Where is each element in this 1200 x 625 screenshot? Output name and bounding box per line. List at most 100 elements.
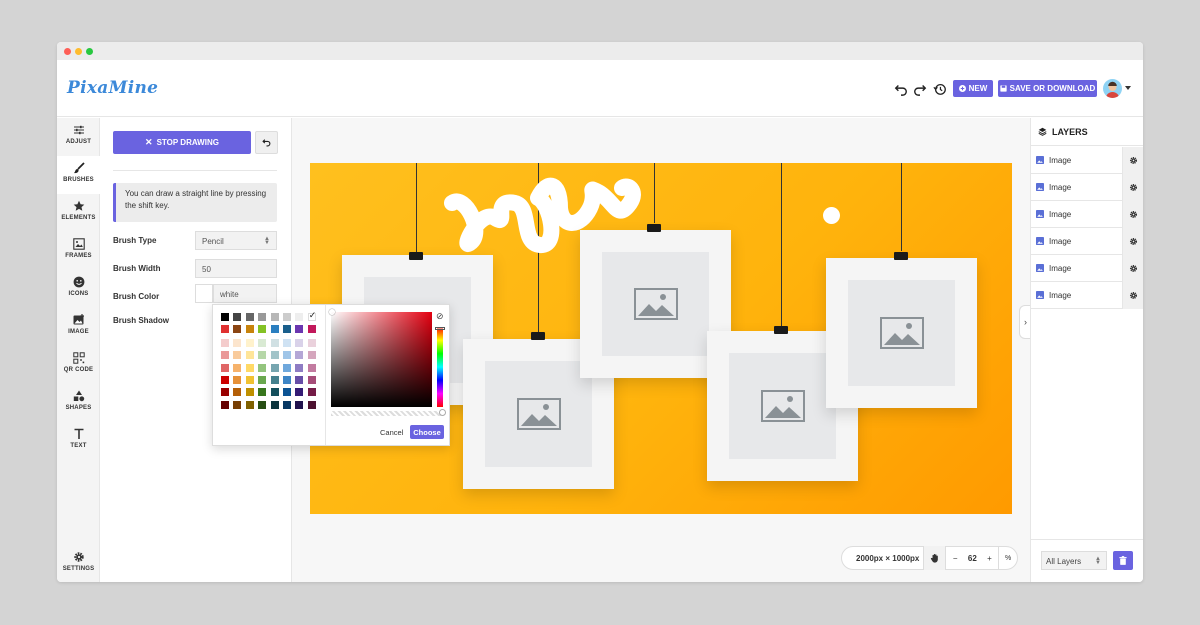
pan-tool-button[interactable] [923,546,946,570]
layer-settings-button[interactable] [1122,173,1143,201]
color-cursor[interactable] [329,309,335,315]
palette-swatch[interactable] [295,325,304,334]
palette-swatch[interactable] [283,313,291,321]
nav-item-shapes[interactable]: SHAPES [57,384,100,422]
palette-swatch[interactable] [245,351,254,360]
palette-swatch[interactable] [270,376,279,384]
palette-swatch[interactable] [221,313,229,321]
saturation-value-area[interactable] [331,312,432,407]
palette-swatch[interactable] [283,400,291,409]
picker-choose-button[interactable]: Choose [410,425,444,439]
palette-swatch[interactable] [307,376,316,384]
palette-swatch[interactable] [295,376,304,384]
undo-stroke-button[interactable] [255,131,278,154]
user-avatar[interactable] [1103,79,1122,98]
brush-color-input[interactable]: white [213,284,277,303]
palette-swatch[interactable] [283,325,291,334]
palette-swatch[interactable] [245,388,254,397]
layer-name[interactable]: Image [1031,264,1122,273]
palette-swatch[interactable] [245,313,254,321]
palette-swatch[interactable] [270,313,279,321]
palette-swatch[interactable] [245,325,254,334]
palette-swatch[interactable] [270,351,279,360]
palette-swatch[interactable] [233,325,242,334]
layer-row[interactable]: Image [1031,146,1143,174]
nav-item-icons[interactable]: ICONS [57,270,100,308]
layer-name[interactable]: Image [1031,156,1122,165]
layer-filter-select[interactable]: All Layers ▲ ▼ [1041,551,1107,570]
undo-icon[interactable] [894,82,908,96]
palette-swatch[interactable] [221,338,229,347]
layer-row[interactable]: Image [1031,281,1143,309]
zoom-out-button[interactable]: − [946,546,964,570]
nav-item-image[interactable]: IMAGE [57,308,100,346]
no-color-icon[interactable]: ⊘ [436,311,444,322]
brush-color-swatch[interactable] [195,284,213,303]
palette-swatch[interactable] [221,388,229,397]
layer-settings-button[interactable] [1122,200,1143,228]
palette-swatch[interactable] [295,313,304,321]
palette-swatch[interactable] [233,400,242,409]
zoom-fit-button[interactable]: % [999,546,1017,570]
delete-layer-button[interactable] [1113,551,1133,570]
photo-frame[interactable] [826,258,977,408]
alpha-slider-handle[interactable] [439,409,446,416]
app-logo[interactable]: PixaMine [67,78,158,98]
palette-swatch[interactable]: ✓ [307,310,316,321]
maximize-window-icon[interactable] [86,48,93,55]
picker-cancel-button[interactable]: Cancel [380,428,403,437]
palette-swatch[interactable] [258,388,267,397]
layer-settings-button[interactable] [1122,146,1143,174]
palette-swatch[interactable] [233,338,242,347]
palette-swatch[interactable] [258,376,267,384]
nav-item-text[interactable]: TEXT [57,422,100,460]
zoom-in-button[interactable]: + [981,546,999,570]
palette-swatch[interactable] [307,325,316,334]
layer-row[interactable]: Image [1031,200,1143,228]
white-brush-dot[interactable] [823,207,840,224]
hue-slider[interactable] [437,327,443,407]
layer-settings-button[interactable] [1122,281,1143,309]
palette-swatch[interactable] [258,313,267,321]
stop-drawing-button[interactable]: ✕ STOP DRAWING [113,131,251,154]
palette-swatch[interactable] [221,400,229,409]
nav-item-qr-code[interactable]: QR CODE [57,346,100,384]
palette-swatch[interactable] [245,400,254,409]
hue-slider-handle[interactable] [435,327,445,330]
palette-swatch[interactable] [221,376,229,384]
nav-item-settings[interactable]: SETTINGS [57,545,100,582]
nav-item-adjust[interactable]: ADJUST [57,118,100,156]
palette-swatch[interactable] [233,351,242,360]
palette-swatch[interactable] [270,363,279,372]
palette-swatch[interactable] [270,338,279,347]
palette-swatch[interactable] [258,400,267,409]
palette-swatch[interactable] [258,363,267,372]
palette-swatch[interactable] [233,313,242,321]
nav-item-elements[interactable]: ELEMENTS [57,194,100,232]
palette-swatch[interactable] [221,363,229,372]
palette-swatch[interactable] [258,338,267,347]
layer-settings-button[interactable] [1122,227,1143,255]
palette-swatch[interactable] [283,376,291,384]
palette-swatch[interactable] [295,351,304,360]
brush-type-select[interactable]: Pencil ▲ ▼ [195,231,277,250]
palette-swatch[interactable] [307,388,316,397]
palette-swatch[interactable] [295,388,304,397]
palette-swatch[interactable] [283,363,291,372]
layer-settings-button[interactable] [1122,254,1143,282]
palette-swatch[interactable] [307,338,316,347]
alpha-slider[interactable] [331,411,443,416]
layer-row[interactable]: Image [1031,254,1143,282]
palette-swatch[interactable] [245,363,254,372]
layer-name[interactable]: Image [1031,183,1122,192]
palette-swatch[interactable] [283,388,291,397]
user-menu-caret-icon[interactable] [1125,86,1131,90]
history-icon[interactable] [933,82,947,96]
palette-swatch[interactable] [221,351,229,360]
close-window-icon[interactable] [64,48,71,55]
palette-swatch[interactable] [283,338,291,347]
layer-name[interactable]: Image [1031,291,1122,300]
palette-swatch[interactable] [221,325,229,334]
nav-item-brushes[interactable]: BRUSHES [57,156,100,194]
palette-swatch[interactable] [233,363,242,372]
